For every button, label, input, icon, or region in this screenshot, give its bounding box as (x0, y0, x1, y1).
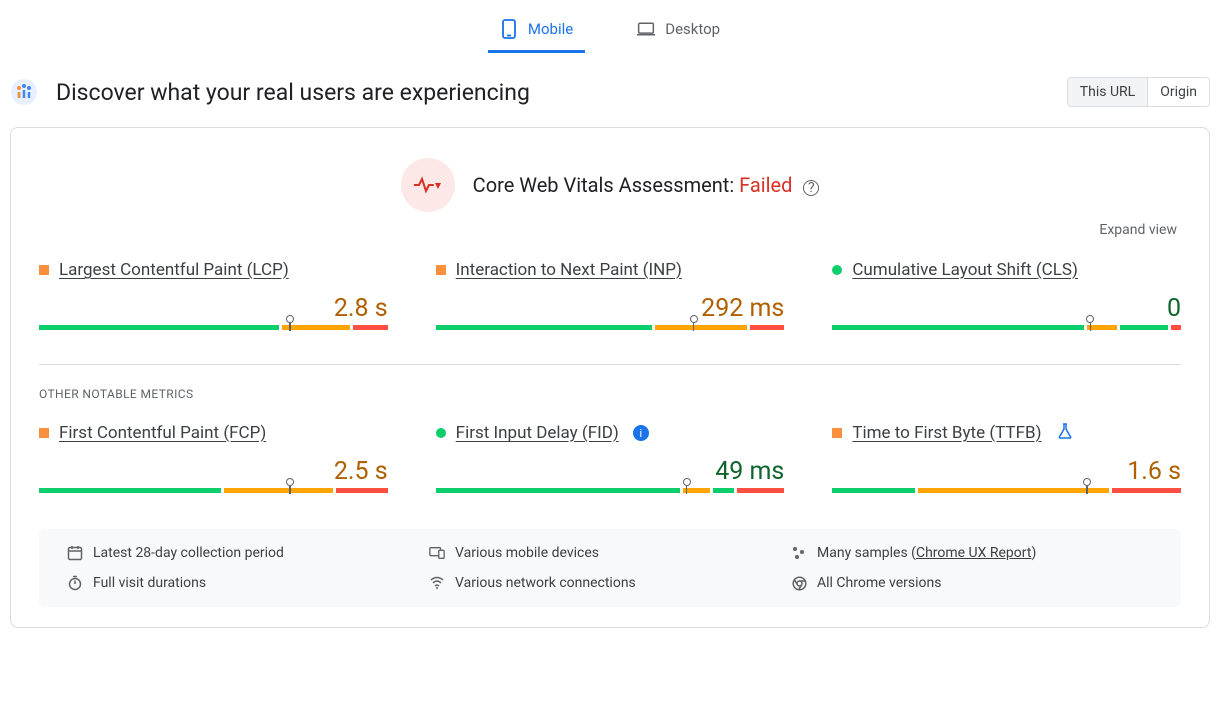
cls-value: 0 (832, 294, 1181, 323)
cls-status-icon (832, 265, 842, 275)
ttfb-name[interactable]: Time to First Byte (TTFB) (852, 423, 1041, 443)
assessment-text: Core Web Vitals Assessment: Failed ? (473, 173, 820, 197)
page-title: Discover what your real users are experi… (56, 79, 530, 106)
expand-view-link[interactable]: Expand view (39, 222, 1177, 238)
assessment-row: Core Web Vitals Assessment: Failed ? (39, 158, 1181, 212)
metric-cls: Cumulative Layout Shift (CLS) 0 (832, 260, 1181, 330)
crux-report-link[interactable]: Chrome UX Report (916, 545, 1031, 561)
lcp-status-icon (39, 265, 49, 275)
lcp-bar (39, 325, 388, 330)
fid-value: 49 ms (436, 457, 785, 486)
assessment-status: Failed (739, 173, 792, 197)
ttfb-marker (1083, 478, 1091, 494)
mobile-icon (500, 20, 518, 38)
footer-versions: All Chrome versions (791, 575, 1153, 591)
ttfb-value: 1.6 s (832, 457, 1181, 486)
vitals-card: Core Web Vitals Assessment: Failed ? Exp… (10, 127, 1210, 628)
metric-ttfb: Time to First Byte (TTFB) 1.6 s (832, 423, 1181, 493)
metric-fid: First Input Delay (FID) i 49 ms (436, 423, 785, 493)
devices-icon (429, 545, 445, 561)
desktop-icon (637, 20, 655, 38)
fcp-name[interactable]: First Contentful Paint (FCP) (59, 423, 266, 443)
tab-desktop-label: Desktop (665, 20, 720, 38)
fid-status-icon (436, 428, 446, 438)
fid-marker (683, 478, 691, 494)
lcp-name[interactable]: Largest Contentful Paint (LCP) (59, 260, 289, 280)
inp-status-icon (436, 265, 446, 275)
cls-marker (1086, 315, 1094, 331)
header-row: Discover what your real users are experi… (0, 53, 1220, 119)
inp-name[interactable]: Interaction to Next Paint (INP) (456, 260, 682, 280)
inp-bar (436, 325, 785, 330)
other-metrics-row: First Contentful Paint (FCP) 2.5 s First… (39, 423, 1181, 493)
lcp-value: 2.8 s (39, 294, 388, 323)
fid-name[interactable]: First Input Delay (FID) (456, 423, 619, 443)
cls-bar (832, 325, 1181, 330)
assessment-help-icon[interactable]: ? (803, 180, 819, 196)
footer-devices: Various mobile devices (429, 545, 791, 561)
ttfb-bar (832, 488, 1181, 493)
fid-bar (436, 488, 785, 493)
footer-info: Latest 28-day collection period Full vis… (39, 529, 1181, 607)
scope-toggle: This URL Origin (1067, 77, 1210, 107)
scatter-icon (791, 545, 807, 561)
assessment-fail-icon (401, 158, 455, 212)
footer-connections: Various network connections (429, 575, 791, 591)
metrics-divider (39, 364, 1181, 365)
calendar-icon (67, 545, 83, 561)
network-icon (429, 575, 445, 591)
metric-inp: Interaction to Next Paint (INP) 292 ms (436, 260, 785, 330)
toggle-this-url[interactable]: This URL (1068, 78, 1147, 106)
footer-samples: Many samples (Chrome UX Report) (791, 545, 1153, 561)
tab-mobile-label: Mobile (528, 20, 573, 38)
fcp-value: 2.5 s (39, 457, 388, 486)
tab-desktop[interactable]: Desktop (625, 14, 732, 53)
cls-name[interactable]: Cumulative Layout Shift (CLS) (852, 260, 1078, 280)
toggle-origin[interactable]: Origin (1147, 78, 1209, 106)
fcp-bar (39, 488, 388, 493)
inp-value: 292 ms (436, 294, 785, 323)
timer-icon (67, 575, 83, 591)
ttfb-status-icon (832, 428, 842, 438)
footer-durations: Full visit durations (67, 575, 429, 591)
fcp-status-icon (39, 428, 49, 438)
fid-info-icon[interactable]: i (633, 425, 649, 441)
core-metrics-row: Largest Contentful Paint (LCP) 2.8 s Int… (39, 260, 1181, 330)
assessment-label: Core Web Vitals Assessment: (473, 173, 739, 197)
tab-mobile[interactable]: Mobile (488, 14, 585, 53)
lcp-marker (286, 315, 294, 331)
metric-lcp: Largest Contentful Paint (LCP) 2.8 s (39, 260, 388, 330)
ttfb-experimental-icon[interactable] (1058, 423, 1072, 443)
other-metrics-label: OTHER NOTABLE METRICS (39, 387, 1181, 401)
chrome-icon (791, 575, 807, 591)
footer-period: Latest 28-day collection period (67, 545, 429, 561)
metric-fcp: First Contentful Paint (FCP) 2.5 s (39, 423, 388, 493)
inp-marker (690, 315, 698, 331)
fcp-marker (286, 478, 294, 494)
device-tabs: Mobile Desktop (0, 0, 1220, 53)
header-icon (10, 78, 38, 106)
